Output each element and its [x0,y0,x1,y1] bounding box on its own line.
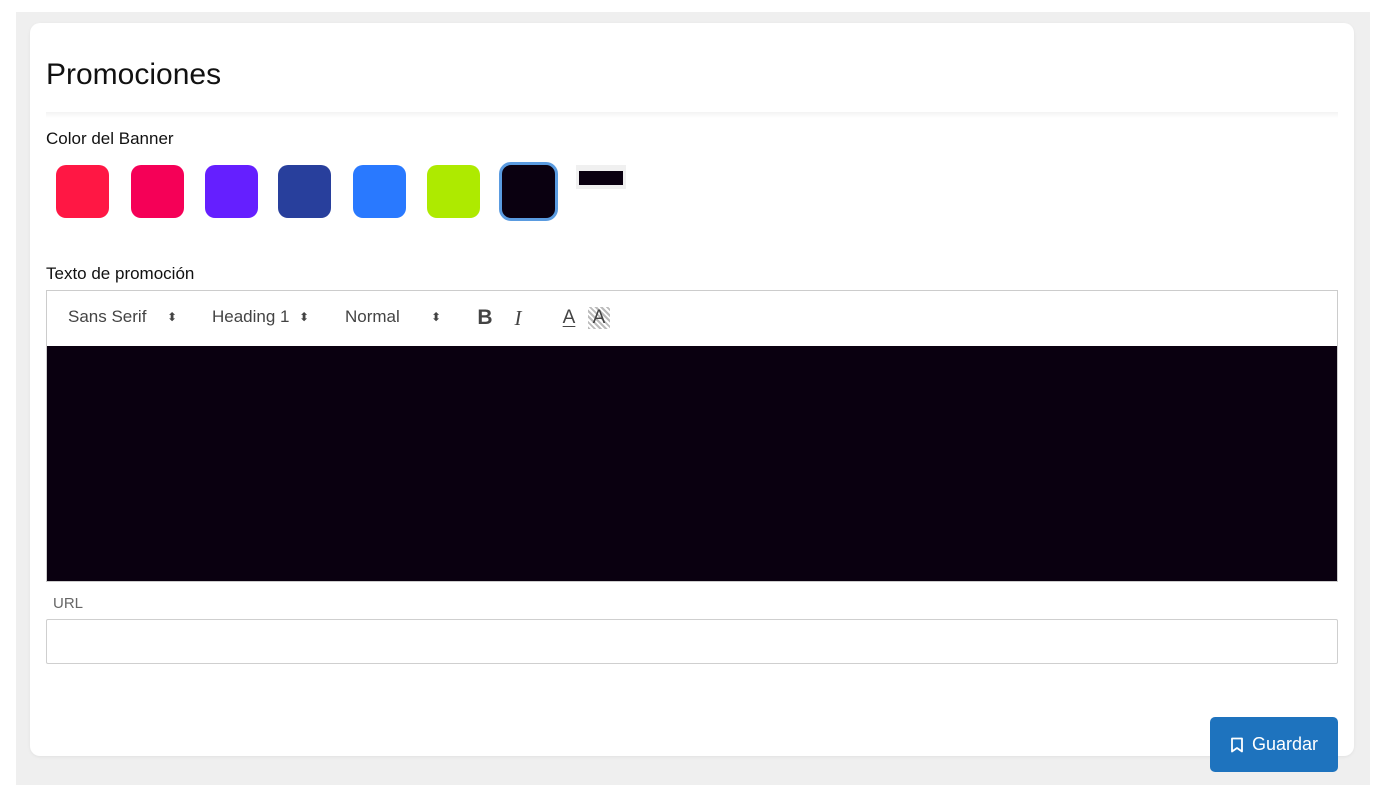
color-swatch-black[interactable] [499,162,558,221]
header-select-caret-icon: ⬍ [299,310,310,324]
font-select-value: Sans Serif [68,307,147,326]
custom-color-picker[interactable] [576,165,626,189]
color-swatch-red[interactable] [56,165,109,218]
color-swatch-purple[interactable] [205,165,258,218]
color-swatch-blue[interactable] [353,165,406,218]
color-swatch-indigo[interactable] [278,165,331,218]
save-button[interactable]: Guardar [1210,717,1338,772]
size-select[interactable]: Normal ⬍ [345,304,445,330]
color-swatch-lime[interactable] [427,165,480,218]
rich-text-editor: Sans Serif ⬍ Heading 1 ⬍ Normal ⬍ B I A … [46,290,1338,582]
editor-content[interactable] [47,346,1337,581]
custom-color-preview [579,171,623,185]
size-select-caret-icon: ⬍ [431,310,442,324]
size-select-value: Normal [345,307,400,326]
header-select[interactable]: Heading 1 ⬍ [212,304,314,330]
editor-toolbar: Sans Serif ⬍ Heading 1 ⬍ Normal ⬍ B I A … [47,291,1337,347]
background-color-button[interactable]: A [588,307,610,329]
text-color-button[interactable]: A [556,304,582,332]
font-select[interactable]: Sans Serif ⬍ [68,304,183,330]
save-button-label: Guardar [1251,734,1319,754]
url-label: URL [53,595,84,612]
bookmark-icon [1230,737,1244,753]
bold-button[interactable]: B [472,304,498,332]
url-input[interactable] [46,619,1338,664]
italic-button[interactable]: I [505,304,531,332]
promo-text-label: Texto de promoción [46,264,195,283]
header-select-value: Heading 1 [212,307,290,326]
color-swatch-pink[interactable] [131,165,184,218]
title-divider [46,112,1338,118]
font-select-caret-icon: ⬍ [167,310,178,324]
banner-color-label: Color del Banner [46,129,174,148]
page-title: Promociones [46,58,222,91]
